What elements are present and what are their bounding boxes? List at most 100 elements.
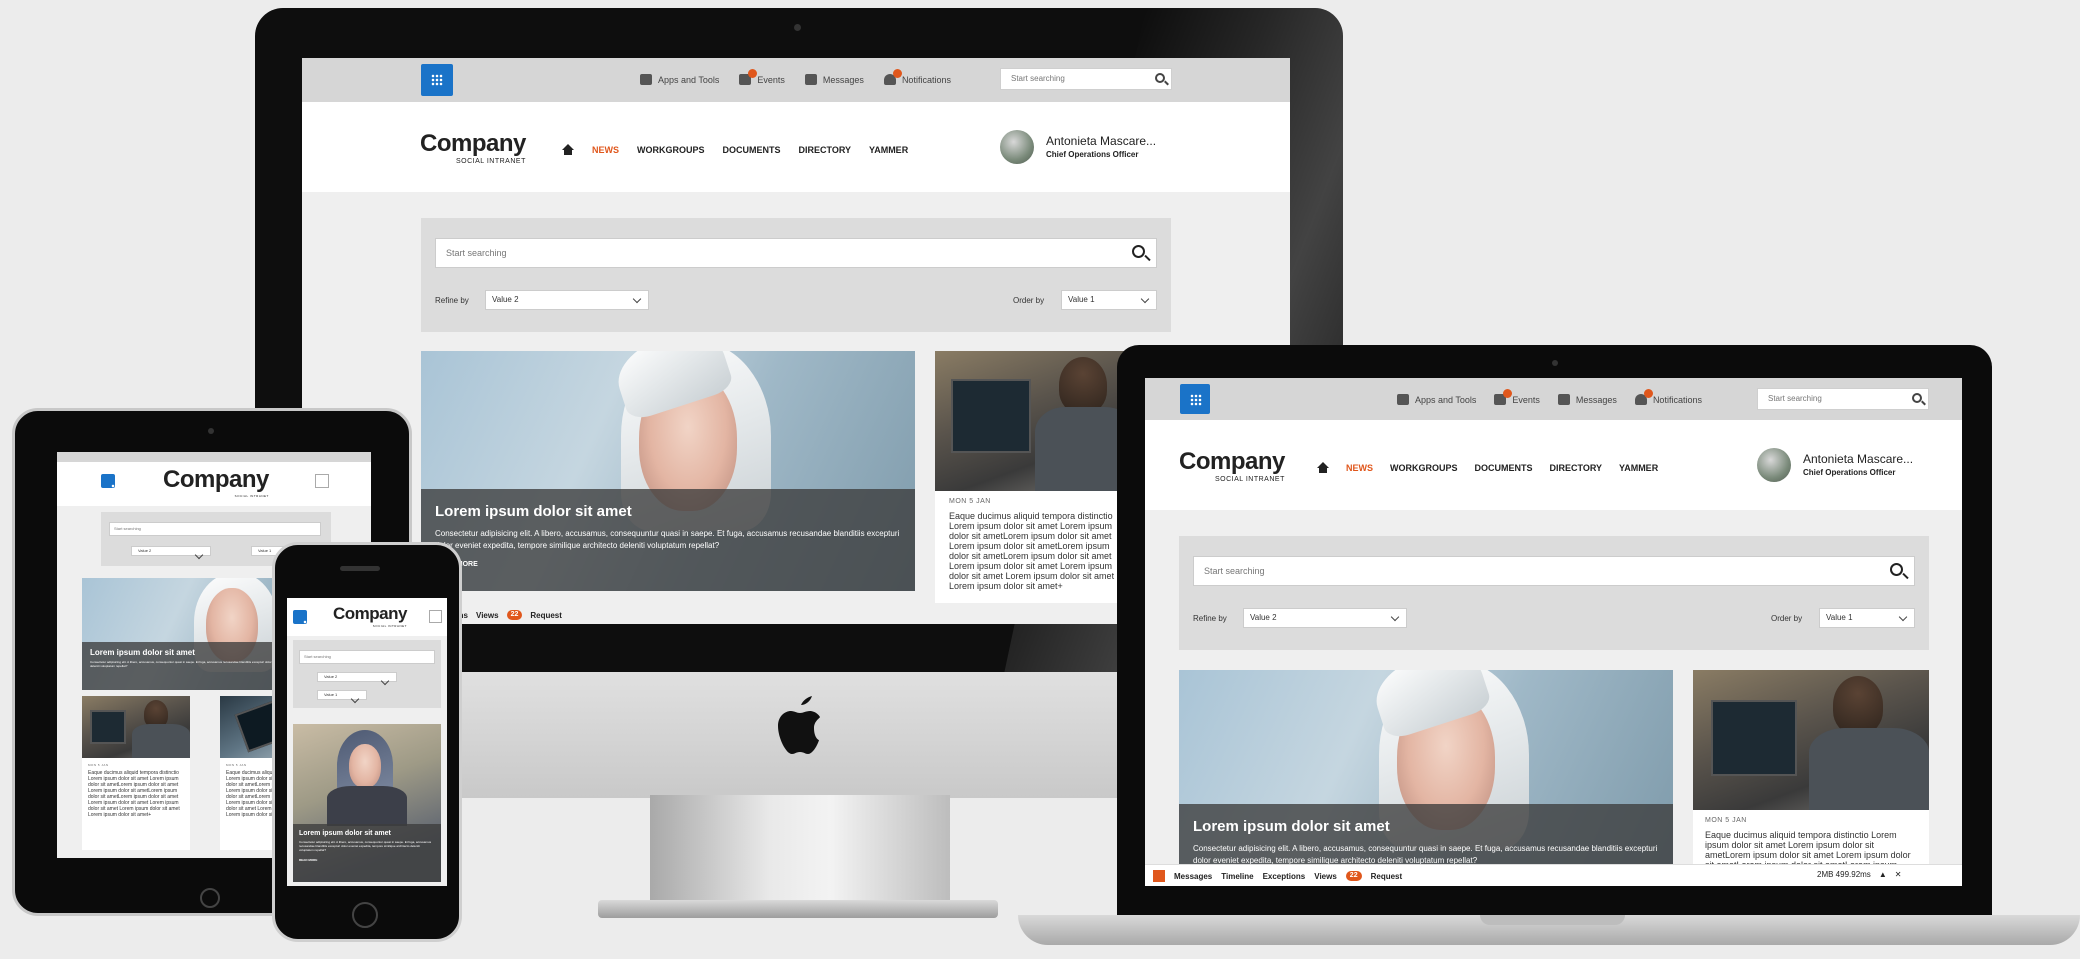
messages-link[interactable]: Messages <box>804 74 864 85</box>
home-icon[interactable] <box>1317 462 1329 473</box>
company-logo[interactable]: Company SOCIAL INTRANET <box>333 604 407 628</box>
tablet-article-1[interactable]: MON 5 JAN Eaque ducimus aliquid tempora … <box>82 696 190 850</box>
nav-workgroups[interactable]: WORKGROUPS <box>1390 463 1458 473</box>
calendar-icon <box>739 69 758 85</box>
debug-timeline[interactable]: Timeline <box>1221 872 1253 881</box>
company-logo[interactable]: Company SOCIAL INTRANET <box>1179 448 1285 483</box>
hero-title[interactable]: Lorem ipsum dolor sit amet <box>435 503 901 520</box>
search-panel: Start searching Refine by Value 2 Order … <box>421 218 1171 332</box>
imac-stand-neck <box>650 795 950 915</box>
events-link[interactable]: Events <box>739 69 785 85</box>
debug-toolbar: Messages Timeline Exceptions Views 22 Re… <box>1145 864 1962 886</box>
messages-link[interactable]: Messages <box>1557 394 1617 405</box>
read-more-link[interactable]: READ MORE <box>299 858 435 862</box>
order-select[interactable]: Value 1 <box>317 690 367 700</box>
top-bar: Apps and Tools Events Messages Notificat… <box>1145 378 1962 420</box>
apps-grid-icon[interactable] <box>1180 384 1210 414</box>
refine-select[interactable]: Value 2 <box>131 546 211 556</box>
bell-icon <box>1634 389 1653 405</box>
apps-grid-icon[interactable] <box>421 64 453 96</box>
nav-news[interactable]: NEWS <box>592 145 619 155</box>
hero-article[interactable]: Lorem ipsum dolor sit amet Consectetur a… <box>293 724 441 882</box>
debug-exceptions[interactable]: Exceptions <box>1263 872 1306 881</box>
nav-yammer[interactable]: YAMMER <box>869 145 908 155</box>
hero-overlay: Lorem ipsum dolor sit amet Consectetur a… <box>293 824 441 882</box>
company-logo[interactable]: Company SOCIAL INTRANET <box>163 466 269 498</box>
apps-tools-icon <box>1397 394 1409 405</box>
apps-and-tools-link[interactable]: Apps and Tools <box>640 74 719 85</box>
search-icon[interactable] <box>1890 563 1903 576</box>
site-header: Company SOCIAL INTRANET NEWS WORKGROUPS D… <box>1145 420 1962 510</box>
site-header: Company SOCIAL INTRANET <box>57 462 371 506</box>
nav-documents[interactable]: DOCUMENTS <box>723 145 781 155</box>
apps-grid-icon[interactable] <box>101 474 123 496</box>
read-more-link[interactable]: READ MORE <box>435 561 901 568</box>
debug-stats: 2MB 499.92ms <box>1817 870 1871 879</box>
home-icon[interactable] <box>562 144 574 155</box>
side-article-image <box>935 351 1135 491</box>
avatar[interactable] <box>1757 448 1791 482</box>
order-label: Order by <box>1013 296 1045 305</box>
order-label: Order by <box>1771 614 1803 623</box>
hero-body: Consectetur adipisicing elit. A libero, … <box>299 840 432 852</box>
phone-home-button <box>352 902 378 928</box>
user-role: Chief Operations Officer <box>1046 150 1139 159</box>
debug-logo-icon[interactable] <box>1153 870 1165 882</box>
search-icon[interactable] <box>1132 245 1145 258</box>
nav-news[interactable]: NEWS <box>1346 463 1373 473</box>
refine-select[interactable]: Value 2 <box>485 290 649 310</box>
notifications-link[interactable]: Notifications <box>1634 389 1702 405</box>
refine-select[interactable]: Value 2 <box>317 672 397 682</box>
hamburger-menu-icon[interactable] <box>429 610 442 623</box>
debug-views[interactable]: Views <box>1314 872 1337 881</box>
nav-directory[interactable]: DIRECTORY <box>799 145 852 155</box>
hero-overlay: Lorem ipsum dolor sit amet Consectetur a… <box>421 489 915 591</box>
hero-article[interactable]: Lorem ipsum dolor sit amet Consectetur a… <box>421 351 915 591</box>
debug-strip: ...ns Views 22 Request <box>452 610 562 620</box>
nav-documents[interactable]: DOCUMENTS <box>1475 463 1533 473</box>
imac-stand-foot <box>598 900 998 918</box>
debug-messages[interactable]: Messages <box>1174 872 1212 881</box>
close-icon[interactable]: ✕ <box>1895 870 1902 879</box>
user-name[interactable]: Antonieta Mascare... <box>1803 452 1913 466</box>
order-select[interactable]: Value 1 <box>1061 290 1157 310</box>
side-article[interactable]: MON 5 JAN Eaque ducimus aliquid tempora … <box>935 351 1135 603</box>
apps-grid-icon[interactable] <box>293 610 315 632</box>
main-search-input[interactable]: Start searching <box>299 650 435 664</box>
hamburger-menu-icon[interactable] <box>315 474 329 488</box>
refine-label: Refine by <box>435 296 469 305</box>
nav-yammer[interactable]: YAMMER <box>1619 463 1658 473</box>
chevron-up-icon[interactable]: ▲ <box>1879 870 1887 879</box>
apps-and-tools-link[interactable]: Apps and Tools <box>1397 394 1476 405</box>
site-header: Company SOCIAL INTRANET NEWS WORKGROUPS D… <box>302 102 1290 192</box>
nav-workgroups[interactable]: WORKGROUPS <box>637 145 705 155</box>
laptop-camera <box>1552 360 1558 366</box>
notifications-link[interactable]: Notifications <box>883 69 951 85</box>
hero-title[interactable]: Lorem ipsum dolor sit amet <box>1193 818 1659 835</box>
main-search-input[interactable]: Start searching <box>1193 556 1915 586</box>
hero-body: Consectetur adipisicing elit. A libero, … <box>435 529 900 550</box>
debug-request[interactable]: Request <box>1371 872 1403 881</box>
side-article-date: MON 5 JAN <box>949 498 991 505</box>
order-select[interactable]: Value 1 <box>1819 608 1915 628</box>
side-article-body: Eaque ducimus aliquid tempora distinctio… <box>1705 830 1911 866</box>
search-icon[interactable] <box>1155 73 1165 83</box>
refine-select[interactable]: Value 2 <box>1243 608 1407 628</box>
tablet-home-button <box>200 888 220 908</box>
top-search-input[interactable]: Start searching <box>1757 388 1929 410</box>
side-article[interactable]: MON 5 JAN Eaque ducimus aliquid tempora … <box>1693 670 1929 866</box>
main-search-input[interactable]: Start searching <box>109 522 321 536</box>
search-icon[interactable] <box>1912 393 1922 403</box>
hero-article[interactable]: Lorem ipsum dolor sit amet Consectetur a… <box>1179 670 1673 866</box>
laptop-notch <box>1480 915 1625 925</box>
envelope-icon <box>1557 394 1570 405</box>
avatar[interactable] <box>1000 130 1034 164</box>
hero-title[interactable]: Lorem ipsum dolor sit amet <box>299 830 435 837</box>
main-search-input[interactable]: Start searching <box>435 238 1157 268</box>
company-logo[interactable]: Company SOCIAL INTRANET <box>420 130 526 165</box>
events-link[interactable]: Events <box>1494 389 1540 405</box>
user-name[interactable]: Antonieta Mascare... <box>1046 134 1156 148</box>
nav-directory[interactable]: DIRECTORY <box>1550 463 1603 473</box>
apps-tools-icon <box>640 74 652 85</box>
top-search-input[interactable]: Start searching <box>1000 68 1172 90</box>
